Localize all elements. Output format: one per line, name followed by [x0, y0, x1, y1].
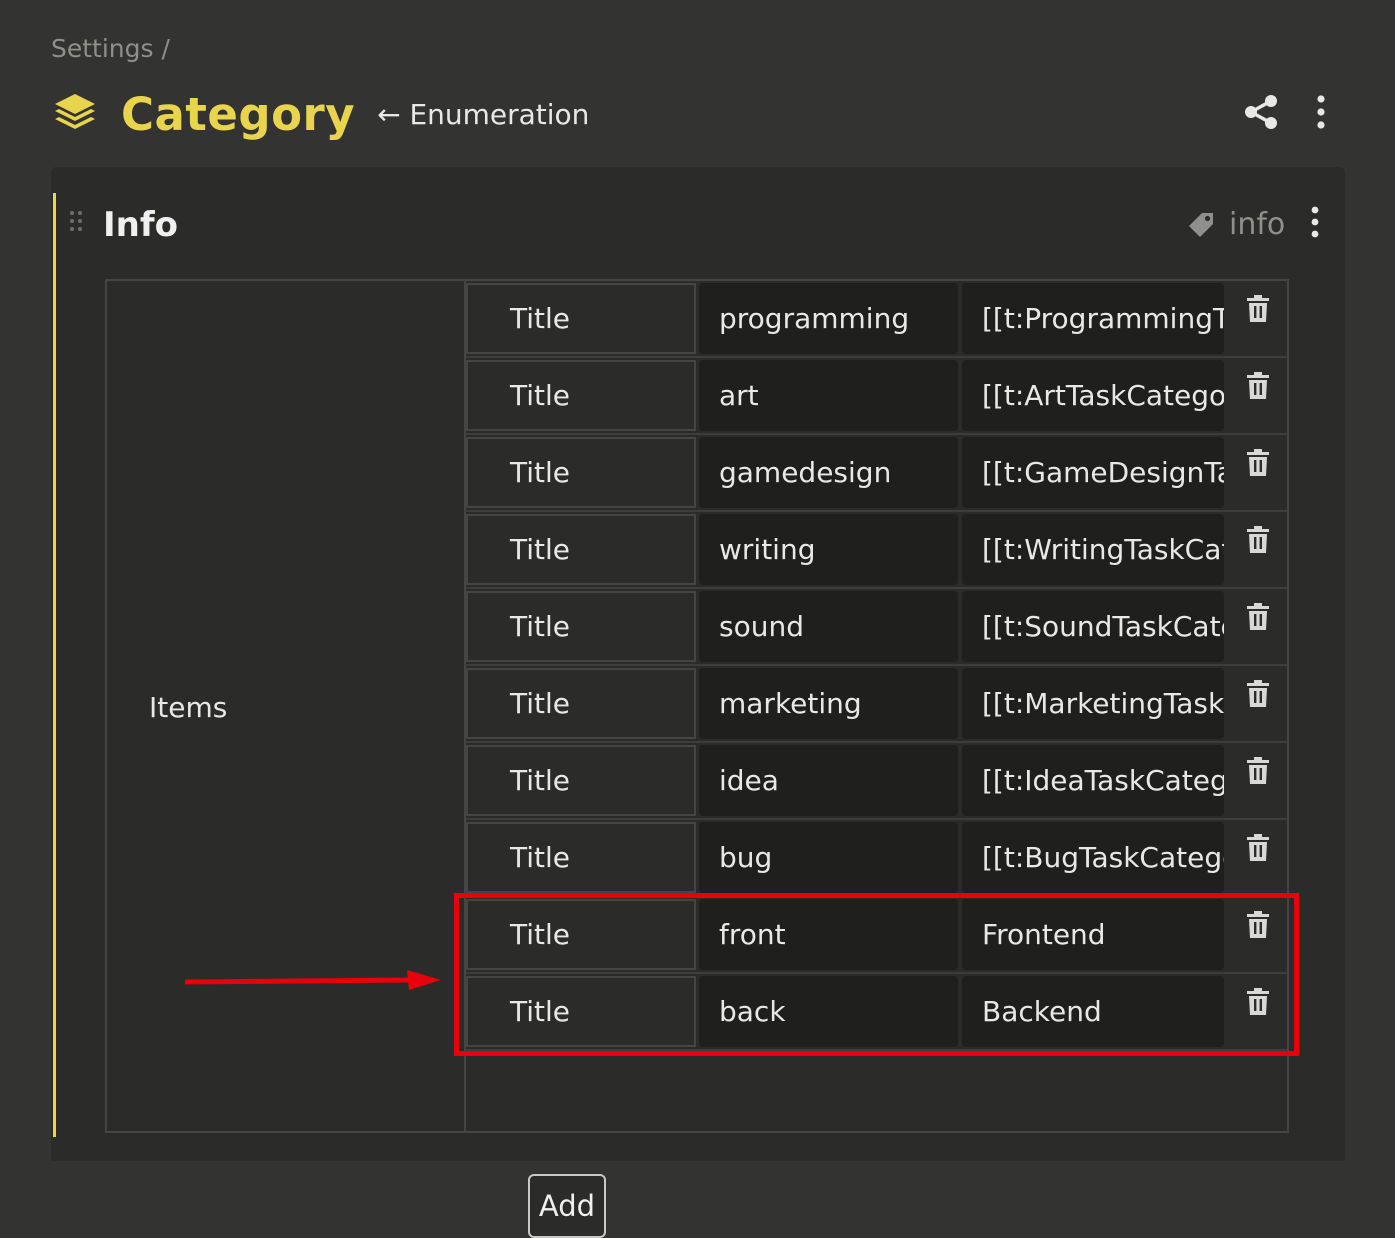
item-label: Title — [466, 514, 696, 585]
list-item: Title back Backend — [466, 974, 1287, 1051]
drag-handle-icon[interactable] — [68, 209, 84, 233]
add-button[interactable]: Add — [528, 1174, 606, 1238]
item-label: Title — [466, 745, 696, 816]
list-item: Titleidea[[t:IdeaTaskCategory — [466, 743, 1287, 820]
item-label: Title — [466, 899, 696, 970]
page-title: Category — [121, 87, 356, 141]
list-item: Titlesound[[t:SoundTaskCategory — [466, 589, 1287, 666]
item-label: Title — [466, 976, 696, 1047]
item-value-input[interactable]: [[t:ProgrammingTaskCategory — [962, 283, 1224, 354]
item-value-input[interactable]: [[t:BugTaskCategory — [962, 822, 1224, 893]
panel-title: Info — [103, 205, 179, 245]
item-key-input[interactable]: bug — [699, 822, 958, 893]
delete-button[interactable] — [1228, 822, 1287, 893]
delete-button[interactable] — [1228, 360, 1287, 431]
row-divider — [466, 1049, 1287, 1051]
item-value-input[interactable]: [[t:WritingTaskCategory — [962, 514, 1224, 585]
trash-icon — [1246, 526, 1270, 561]
item-value-input[interactable]: [[t:GameDesignTaskCategory — [962, 437, 1224, 508]
delete-button[interactable] — [1228, 283, 1287, 354]
item-label: Title — [466, 283, 696, 354]
tag-icon — [1189, 213, 1213, 237]
delete-button[interactable] — [1228, 745, 1287, 816]
item-key-input[interactable]: writing — [699, 514, 958, 585]
trash-icon — [1246, 834, 1270, 869]
list-item: Titlebug[[t:BugTaskCategory — [466, 820, 1287, 897]
trash-icon — [1246, 680, 1270, 715]
items-label: Items — [149, 691, 228, 724]
layers-icon — [55, 94, 95, 129]
item-key-input[interactable]: marketing — [699, 668, 958, 739]
item-label: Title — [466, 668, 696, 739]
list-item: Titlewriting[[t:WritingTaskCategory — [466, 512, 1287, 589]
item-key-input[interactable]: gamedesign — [699, 437, 958, 508]
item-key-input[interactable]: programming — [699, 283, 958, 354]
item-key-input[interactable]: front — [699, 899, 958, 970]
item-value-input[interactable]: [[t:ArtTaskCategory — [962, 360, 1224, 431]
annotation-arrow-icon — [184, 970, 441, 990]
trash-icon — [1246, 911, 1270, 946]
item-key-input[interactable]: back — [699, 976, 958, 1047]
trash-icon — [1246, 757, 1270, 792]
item-value-input[interactable]: Backend — [962, 976, 1224, 1047]
item-label: Title — [466, 437, 696, 508]
list-item: Title front Frontend — [466, 897, 1287, 974]
item-label: Title — [466, 591, 696, 662]
more-vert-icon[interactable] — [1308, 94, 1334, 130]
delete-button[interactable] — [1228, 514, 1287, 585]
item-value-input[interactable]: Frontend — [962, 899, 1224, 970]
trash-icon — [1246, 603, 1270, 638]
list-item: Titlegamedesign[[t:GameDesignTaskCategor… — [466, 435, 1287, 512]
delete-button[interactable] — [1228, 591, 1287, 662]
list-item: Titleprogramming[[t:ProgrammingTaskCateg… — [466, 281, 1287, 358]
delete-button[interactable] — [1228, 976, 1287, 1047]
item-label: Title — [466, 822, 696, 893]
trash-icon — [1246, 449, 1270, 484]
list-item: Titlemarketing[[t:MarketingTaskCategory — [466, 666, 1287, 743]
items-field: Items Titleprogramming[[t:ProgrammingTas… — [105, 279, 1289, 1238]
list-item: Titleart[[t:ArtTaskCategory — [466, 358, 1287, 435]
panel-accent-bar — [53, 193, 56, 1137]
enumeration-link[interactable]: ← Enumeration — [377, 98, 589, 131]
delete-button[interactable] — [1228, 668, 1287, 739]
item-value-input[interactable]: [[t:MarketingTaskCategory — [962, 668, 1224, 739]
trash-icon — [1246, 988, 1270, 1023]
share-icon[interactable] — [1242, 94, 1280, 130]
delete-button[interactable] — [1228, 899, 1287, 970]
delete-button[interactable] — [1228, 437, 1287, 508]
item-value-input[interactable]: [[t:IdeaTaskCategory — [962, 745, 1224, 816]
page-header: Category ← Enumeration — [51, 86, 589, 142]
tag-label[interactable]: info — [1229, 207, 1285, 242]
item-key-input[interactable]: sound — [699, 591, 958, 662]
item-value-input[interactable]: [[t:SoundTaskCategory — [962, 591, 1224, 662]
panel-more-vert-icon[interactable] — [1303, 205, 1327, 239]
breadcrumb[interactable]: Settings / — [51, 34, 170, 63]
item-key-input[interactable]: idea — [699, 745, 958, 816]
info-panel: Info info Items Title programming [[t:Prog… — [51, 167, 1345, 1238]
trash-icon — [1246, 372, 1270, 407]
item-label: Title — [466, 360, 696, 431]
item-key-input[interactable]: art — [699, 360, 958, 431]
trash-icon — [1246, 295, 1270, 330]
